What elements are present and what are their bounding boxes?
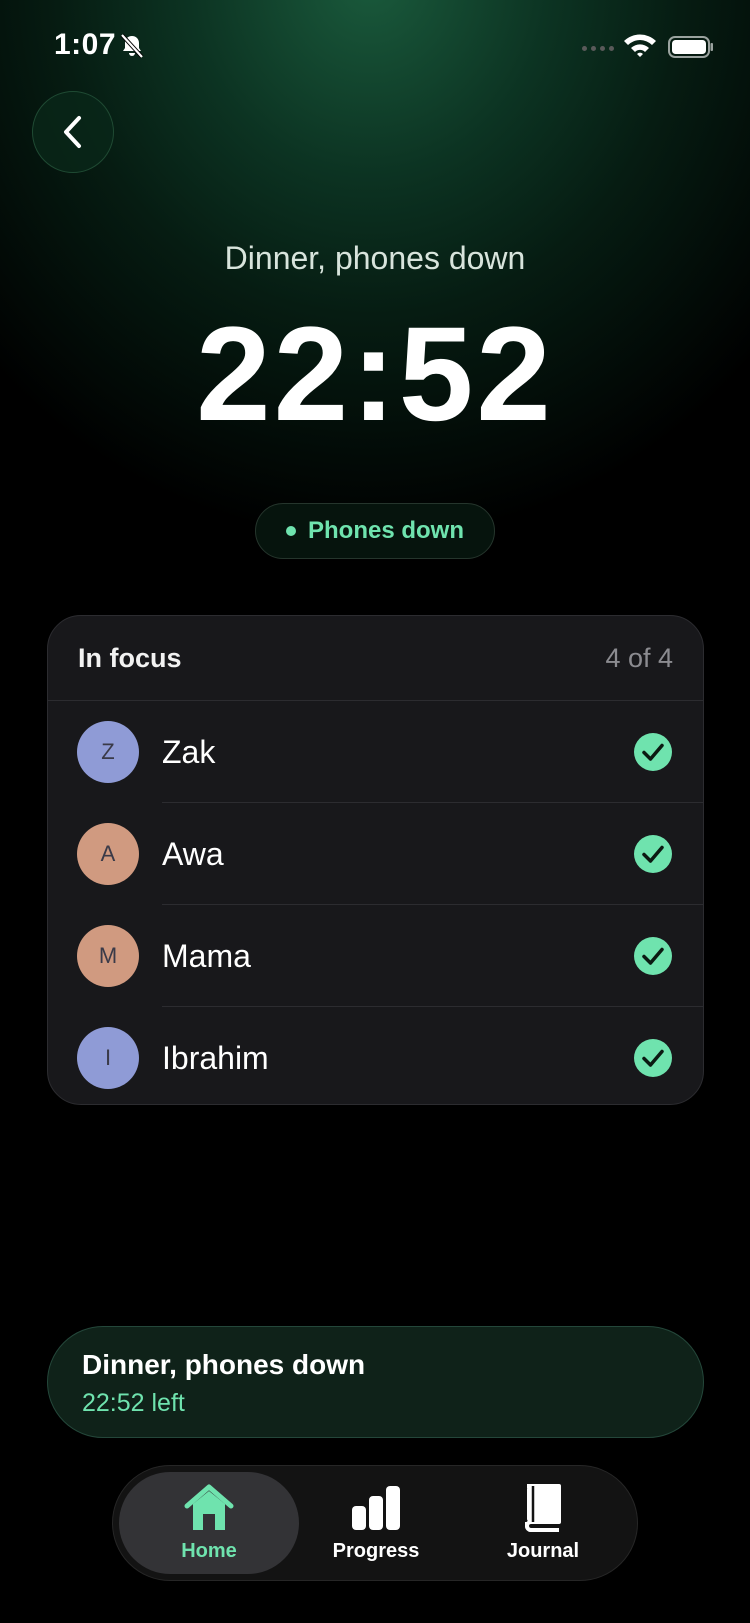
member-row-awa[interactable]: A Awa (48, 803, 703, 905)
avatar: A (77, 823, 139, 885)
member-name: Ibrahim (162, 1039, 269, 1076)
member-row-zak[interactable]: Z Zak (48, 701, 703, 803)
member-name: Zak (162, 733, 216, 770)
check-circle-icon (634, 1039, 672, 1077)
avatar: Z (77, 721, 139, 783)
avatar: M (77, 925, 139, 987)
member-row-ibrahim[interactable]: I Ibrahim (48, 1007, 703, 1104)
chevron-left-icon (64, 116, 81, 148)
tab-journal[interactable]: Journal (453, 1472, 633, 1574)
cellular-signal-icon (582, 46, 614, 51)
card-title: In focus (78, 642, 182, 673)
member-name: Awa (162, 835, 224, 872)
session-title: Dinner, phones down (224, 240, 526, 276)
tab-label: Journal (506, 1539, 580, 1562)
tab-bar: Home Progress Journal (112, 1465, 638, 1581)
active-session-remaining: 22:52 left (82, 1389, 185, 1417)
wifi-icon (624, 34, 656, 57)
card-header: In focus 4 of 4 (48, 616, 703, 701)
member-name: Mama (162, 937, 251, 974)
tab-progress[interactable]: Progress (286, 1472, 466, 1574)
tab-home[interactable]: Home (119, 1472, 299, 1574)
check-circle-icon (634, 733, 672, 771)
active-session-bar[interactable]: Dinner, phones down 22:52 left (47, 1326, 704, 1438)
tab-label: Progress (332, 1539, 420, 1562)
status-bar: 1:07 (0, 0, 750, 96)
status-dot-icon (286, 526, 296, 536)
bar-chart-icon (352, 1485, 400, 1530)
status-time: 1:07 (54, 28, 117, 61)
avatar: I (77, 1027, 139, 1089)
back-button[interactable] (32, 91, 114, 173)
countdown-timer: 22:52 (196, 300, 554, 449)
bell-muted-icon (120, 33, 144, 59)
check-circle-icon (634, 937, 672, 975)
battery-icon (668, 36, 713, 58)
focus-count: 4 of 4 (605, 642, 673, 673)
active-session-title: Dinner, phones down (82, 1349, 366, 1380)
status-badge: Phones down (255, 503, 495, 559)
home-icon (184, 1484, 234, 1530)
book-icon (525, 1483, 561, 1532)
tab-label: Home (181, 1539, 237, 1562)
check-circle-icon (634, 835, 672, 873)
status-label: Phones down (308, 517, 464, 544)
member-row-mama[interactable]: M Mama (48, 905, 703, 1007)
in-focus-card: In focus 4 of 4 Z Zak A Awa M Mama I Ibr… (47, 615, 704, 1105)
